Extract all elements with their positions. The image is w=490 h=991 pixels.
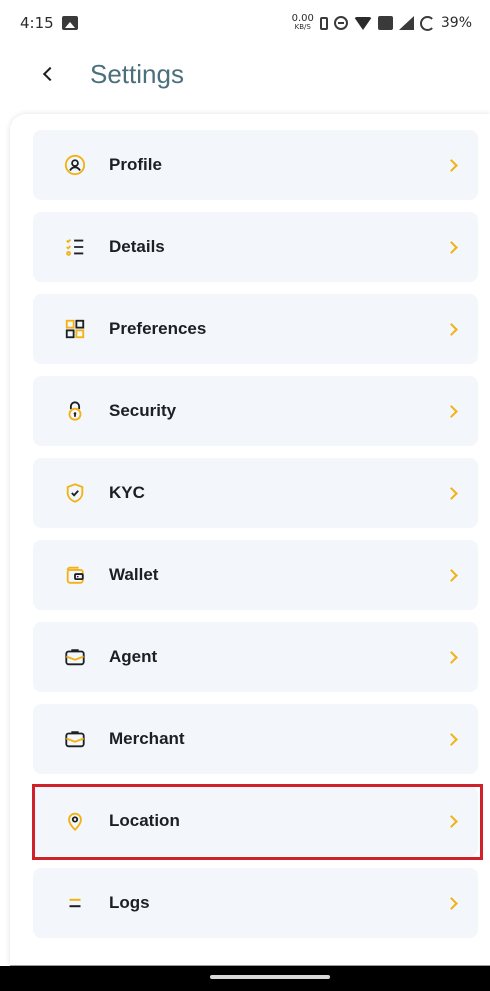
chevron-right-icon (445, 814, 458, 828)
chevron-right-icon (445, 404, 458, 418)
agent-briefcase-icon (63, 645, 87, 669)
settings-item-label: Preferences (109, 319, 207, 338)
wallet-icon (63, 563, 87, 587)
settings-item-label: Profile (109, 155, 162, 174)
location-pin-icon (63, 809, 87, 833)
logs-icon (63, 891, 87, 915)
settings-item-label: KYC (109, 483, 145, 502)
chevron-right-icon (445, 322, 458, 336)
settings-item-profile[interactable]: Profile (33, 130, 478, 200)
settings-item-label: Logs (109, 893, 150, 912)
merchant-briefcase-icon (63, 727, 87, 751)
settings-item-kyc[interactable]: KYC (33, 458, 478, 528)
chevron-right-icon (445, 650, 458, 664)
chevron-right-icon (445, 568, 458, 582)
chevron-right-icon (445, 732, 458, 746)
back-button[interactable] (28, 54, 68, 94)
app-header: Settings (0, 46, 490, 102)
settings-card: Profile Details Preferences Security KYC… (10, 114, 490, 966)
system-navigation-bar (0, 966, 490, 991)
network-speed-value: 0.00 (291, 13, 314, 24)
vibrate-icon (319, 16, 328, 30)
settings-item-preferences[interactable]: Preferences (33, 294, 478, 364)
settings-item-label: Location (109, 811, 180, 830)
volte-icon (377, 16, 393, 30)
settings-list: Profile Details Preferences Security KYC… (33, 130, 478, 950)
preferences-grid-icon (63, 317, 87, 341)
settings-item-wallet[interactable]: Wallet (33, 540, 478, 610)
battery-icon (419, 15, 435, 31)
lock-icon (63, 399, 87, 423)
settings-item-merchant[interactable]: Merchant (33, 704, 478, 774)
settings-item-logs[interactable]: Logs (33, 868, 478, 938)
network-speed: 0.00 KB/S (291, 13, 314, 32)
settings-item-label: Merchant (109, 729, 185, 748)
settings-item-label: Agent (109, 647, 158, 666)
chevron-right-icon (445, 240, 458, 254)
profile-icon (63, 153, 87, 177)
signal-icon (398, 16, 414, 30)
chevron-right-icon (445, 158, 458, 172)
shield-check-icon (63, 481, 87, 505)
status-time: 4:15 (20, 14, 54, 32)
settings-item-agent[interactable]: Agent (33, 622, 478, 692)
network-speed-unit: KB/S (294, 23, 311, 31)
gallery-notification-icon (61, 16, 78, 30)
settings-item-location[interactable]: Location (33, 786, 478, 856)
details-list-icon (63, 235, 87, 259)
wifi-icon (353, 16, 372, 30)
battery-percent: 39% (440, 15, 472, 31)
settings-item-details[interactable]: Details (33, 212, 478, 282)
settings-item-label: Security (109, 401, 177, 420)
page-title: Settings (90, 58, 184, 89)
status-bar: 4:15 0.00 KB/S 39% (0, 0, 490, 46)
chevron-right-icon (445, 486, 458, 500)
home-gesture-pill[interactable] (210, 975, 330, 979)
settings-item-label: Wallet (109, 565, 159, 584)
settings-item-security[interactable]: Security (33, 376, 478, 446)
settings-item-label: Details (109, 237, 165, 256)
back-chevron-icon (42, 66, 58, 82)
chevron-right-icon (445, 896, 458, 910)
do-not-disturb-icon (333, 16, 348, 30)
